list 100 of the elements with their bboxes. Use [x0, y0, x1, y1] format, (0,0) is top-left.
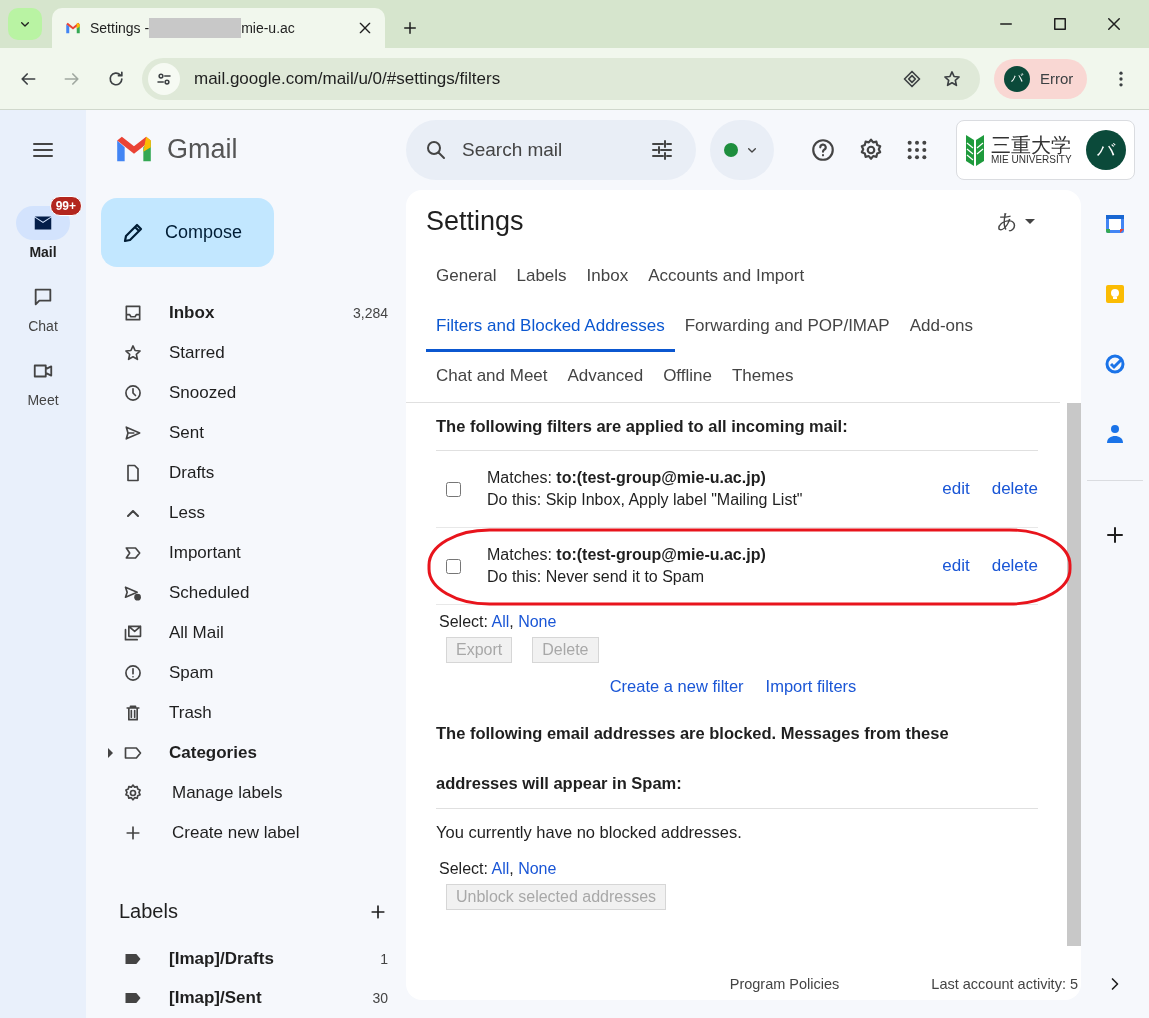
nav-item[interactable]: Important: [86, 533, 388, 574]
nav-label: Starred: [169, 343, 225, 364]
filter-action: Do this: Never send it to Spam: [487, 568, 705, 586]
filter-criteria: Matches: to:(test-group@mie-u.ac.jp): [487, 546, 767, 564]
edit-link[interactable]: edit: [942, 479, 970, 499]
delete-link[interactable]: delete: [991, 479, 1038, 499]
filter-link[interactable]: Create a new filter: [609, 677, 744, 696]
settings-tab[interactable]: Advanced: [557, 352, 654, 402]
settings-tab[interactable]: Offline: [653, 352, 722, 402]
nav-label: Spam: [169, 663, 214, 684]
nav-label: Inbox: [169, 303, 215, 324]
settings-tab[interactable]: Add-ons: [899, 302, 984, 352]
nav-label: All Mail: [169, 623, 224, 644]
nav-item[interactable]: Spam: [86, 653, 388, 694]
nav-item[interactable]: Create new label: [86, 813, 388, 854]
new-tab-icon[interactable]: [401, 19, 419, 37]
delete-link[interactable]: delete: [991, 556, 1038, 576]
settings-tab[interactable]: Inbox: [576, 252, 639, 302]
select-none-link[interactable]: None: [518, 613, 557, 630]
nav-item[interactable]: Categories: [86, 733, 388, 774]
filter-options-icon[interactable]: [650, 138, 674, 162]
university-crest-icon: [965, 132, 985, 168]
settings-tab[interactable]: General: [426, 252, 507, 302]
nav-label: Trash: [169, 703, 212, 724]
checkmark-circle-icon[interactable]: [1103, 352, 1127, 376]
account-box[interactable]: 三重大学 MIE UNIVERSITY バ: [956, 120, 1135, 180]
tab-title: Settings -: [90, 20, 150, 36]
nav-item[interactable]: Starred: [86, 333, 388, 374]
nav-item[interactable]: Manage labels: [86, 773, 388, 814]
expand-arrow-icon[interactable]: [108, 748, 113, 759]
apps-grid-icon[interactable]: [906, 139, 928, 161]
close-icon[interactable]: [1105, 15, 1123, 33]
nav-label: Manage labels: [172, 783, 283, 804]
compose-button[interactable]: Compose: [101, 197, 274, 268]
label-name: [Imap]/Sent: [169, 988, 262, 1009]
nav-item[interactable]: All Mail: [86, 613, 388, 654]
section-heading: The following email addresses are blocked. Messages from these addresses will appear in Spam:: [436, 723, 950, 794]
spam-icon: [123, 663, 143, 684]
footer-link[interactable]: Program Policies: [729, 976, 840, 992]
university-name: 三重大学: [991, 135, 1072, 155]
nav-item[interactable]: Trash: [86, 693, 388, 734]
site-settings-button[interactable]: [148, 62, 180, 95]
account-avatar[interactable]: バ: [1085, 130, 1126, 170]
unread-count: 30: [372, 990, 388, 1007]
filter-checkbox[interactable]: [446, 481, 461, 497]
nav-item[interactable]: Less: [86, 493, 388, 534]
rail-label: Mail: [29, 244, 57, 260]
nav-item[interactable]: Inbox 3,284: [86, 293, 388, 334]
label-name: [Imap]/Drafts: [169, 948, 274, 969]
label-item[interactable]: [Imap]/Drafts 1: [86, 939, 388, 979]
gmail-wordmark: Gmail: [167, 133, 238, 165]
nav-label: Drafts: [169, 463, 215, 484]
nav-label: Scheduled: [169, 583, 250, 604]
nav-label: Categories: [169, 743, 257, 764]
settings-tab[interactable]: Themes: [721, 352, 804, 402]
scrollbar[interactable]: [1067, 403, 1081, 946]
settings-tab[interactable]: Chat and Meet: [426, 352, 558, 402]
settings-tab[interactable]: Filters and Blocked Addresses: [426, 302, 675, 352]
select-none-link[interactable]: None: [518, 860, 557, 877]
browser-tab[interactable]: Settings - mie-u.ac: [52, 8, 385, 48]
chevron-up-icon: [127, 509, 139, 517]
label-item[interactable]: [Imap]/Sent 30: [86, 978, 388, 1018]
close-icon[interactable]: [357, 20, 373, 36]
all-mail-icon: [123, 623, 143, 644]
calendar-icon[interactable]: [1103, 212, 1127, 236]
address-bar[interactable]: mail.google.com/mail/u/0/#settings/filters: [142, 57, 980, 100]
search-field[interactable]: Search mail: [460, 138, 638, 162]
edit-link[interactable]: edit: [942, 556, 970, 576]
chat-bubble-icon: [32, 286, 54, 308]
input-tools-button[interactable]: あ: [997, 207, 1017, 235]
labels-heading: Labels: [119, 900, 178, 924]
settings-tab[interactable]: Labels: [506, 252, 577, 302]
filter-link[interactable]: Import filters: [765, 677, 857, 696]
unread-count: 3,284: [352, 305, 388, 322]
select-line: Select: All, None: [439, 613, 558, 631]
inbox-icon: [123, 303, 143, 324]
extension-icon[interactable]: [902, 68, 922, 89]
rail-label: Chat: [28, 318, 58, 334]
bookmark-star-icon[interactable]: [942, 68, 962, 89]
settings-tab[interactable]: Accounts and Import: [638, 252, 815, 302]
select-all-link[interactable]: All: [491, 860, 510, 877]
settings-tab[interactable]: Forwarding and POP/IMAP: [674, 302, 900, 352]
settings-icon[interactable]: [858, 137, 884, 163]
select-all-link[interactable]: All: [491, 613, 510, 630]
profile-button[interactable]: バ Error: [994, 58, 1088, 99]
caret-icon[interactable]: [1025, 218, 1035, 224]
filter-checkbox[interactable]: [446, 558, 461, 574]
tab-title-end: mie-u.ac: [241, 20, 295, 36]
nav-item[interactable]: Scheduled: [86, 573, 388, 614]
help-icon[interactable]: [810, 137, 836, 163]
settings-title: Settings: [426, 205, 524, 237]
search-icon: [424, 138, 448, 162]
select-line: Select: All, None: [439, 860, 558, 878]
nav-label: Sent: [169, 423, 204, 444]
nav-item[interactable]: Sent: [86, 413, 388, 454]
status-dot: [724, 143, 738, 157]
maximize-icon[interactable]: [1051, 15, 1069, 33]
nav-item[interactable]: Drafts: [86, 453, 388, 494]
nav-item[interactable]: Snoozed: [86, 373, 388, 414]
gmail-logo-icon: [115, 135, 153, 164]
